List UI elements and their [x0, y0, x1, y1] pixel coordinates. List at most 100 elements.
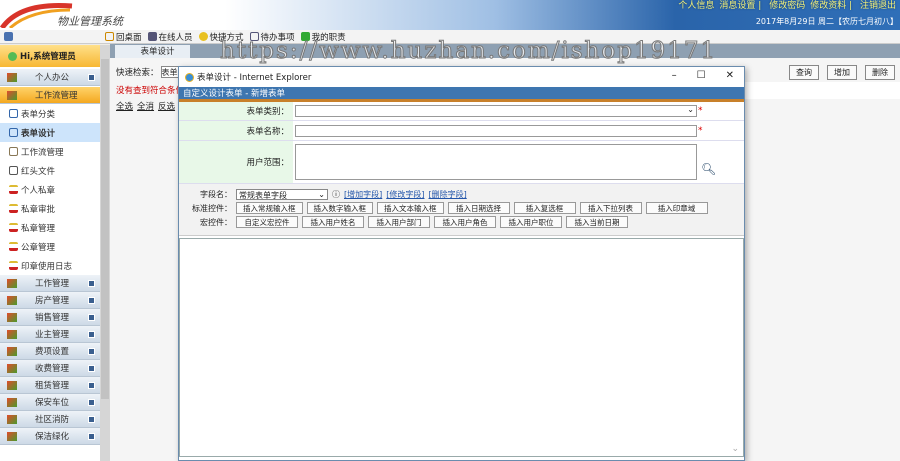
user-greeting: Hi,系统管理员 [0, 45, 100, 67]
duties-icon [300, 32, 310, 41]
query-button[interactable]: 查询 [789, 65, 819, 80]
tab-form-design[interactable]: 表单设计 [115, 45, 190, 58]
sidebar-group[interactable]: 业主管理 [0, 326, 100, 343]
minimize-button[interactable]: – [672, 70, 677, 81]
insert-macro-button[interactable]: 插入用户姓名 [302, 216, 364, 228]
insert-control-button[interactable]: 插入印章域 [645, 202, 708, 214]
dialog-titlebar: 表单设计 - Internet Explorer – ☐ ✕ [179, 67, 744, 87]
controls-panel: 字段名： 常规表单字段 ⌄ ⓘ [增加字段] [修改字段] [删除字段] 标准控件： 插入常… [179, 184, 744, 236]
my-duties-button[interactable]: 我的职责 [300, 31, 346, 43]
sidebar-item-red-doc[interactable]: 红头文件 [0, 161, 100, 180]
insert-macro-button[interactable]: 插入用户部门 [368, 216, 430, 228]
sidebar-group[interactable]: 租赁管理 [0, 377, 100, 394]
insert-control-button[interactable]: 插入下拉列表 [579, 202, 642, 214]
home-icon [105, 32, 114, 41]
sidebar-group[interactable]: 销售管理 [0, 309, 100, 326]
delete-field-link[interactable]: [删除字段] [429, 189, 467, 200]
standard-controls-label: 标准控件： [192, 203, 232, 213]
insert-macro-button[interactable]: 插入当前日期 [566, 216, 628, 228]
form-design-dialog: 表单设计 - Internet Explorer – ☐ ✕ 自定义设计表单 - 新… [178, 66, 745, 461]
sidebar-group[interactable]: 收费管理 [0, 360, 100, 377]
required-star: * [698, 125, 703, 136]
users-icon [147, 32, 157, 41]
close-button[interactable]: ✕ [726, 70, 734, 81]
collapse-icon[interactable] [4, 32, 13, 41]
home-button[interactable]: 回桌面 [105, 31, 142, 43]
personal-info-link[interactable]: 个人信息 [678, 1, 714, 11]
insert-macro-button[interactable]: 插入用户角色 [434, 216, 496, 228]
insert-macro-button[interactable]: 插入用户职位 [500, 216, 562, 228]
seal-icon [9, 261, 18, 270]
add-field-link[interactable]: [增加字段] [344, 189, 382, 200]
category-select[interactable]: ⌄ [295, 105, 697, 117]
edit-profile-link[interactable]: 修改资料 [810, 1, 846, 11]
sidebar-group[interactable]: 保安车位 [0, 394, 100, 411]
help-icon[interactable]: ⓘ [332, 189, 340, 200]
table-icon [9, 128, 18, 137]
sidebar-item-official-seal[interactable]: 公章管理 [0, 237, 100, 256]
required-star: * [698, 106, 703, 116]
edit-icon [249, 32, 259, 41]
change-password-link[interactable]: 修改密码 [769, 1, 805, 11]
form-editor-area[interactable]: ⌄ [179, 238, 744, 457]
add-button[interactable]: 增加 [827, 65, 857, 80]
sidebar-item-seal-log[interactable]: 印章使用日志 [0, 256, 100, 275]
sidebar-group-workflow[interactable]: 工作流管理 [0, 87, 100, 104]
expand-icon [88, 347, 95, 355]
deselect-all-link[interactable]: 全消 [137, 102, 154, 112]
scope-label: 用户范围： [179, 141, 293, 183]
macro-controls-label: 宏控件： [200, 217, 232, 227]
online-users-button[interactable]: 在线人员 [147, 31, 193, 43]
logout-link[interactable]: 注销退出 [860, 1, 896, 11]
insert-control-button[interactable]: 插入数字输入框 [306, 202, 373, 214]
message-settings-link[interactable]: 消息设置 [719, 1, 755, 11]
ie-icon [185, 72, 194, 82]
smiley-icon [198, 32, 208, 41]
sidebar-item-form-category[interactable]: 表单分类 [0, 104, 100, 123]
field-name-select[interactable]: 常规表单字段 ⌄ [236, 189, 328, 200]
scroll-down-icon[interactable]: ⌄ [731, 444, 739, 454]
sidebar-item-form-design[interactable]: 表单设计 [0, 123, 100, 142]
scrollbar-thumb[interactable] [101, 59, 109, 399]
shortcuts-button[interactable]: 快捷方式 [198, 31, 244, 43]
sidebar-group-personal[interactable]: 个人办公 [0, 69, 100, 86]
group-icon [7, 346, 17, 356]
select-all-link[interactable]: 全选 [116, 102, 133, 112]
edit-field-link[interactable]: [修改字段] [386, 189, 424, 200]
sidebar-group[interactable]: 保洁绿化 [0, 428, 100, 445]
group-icon [7, 414, 17, 424]
group-icon [7, 72, 17, 82]
name-label: 表单名称： [179, 121, 293, 140]
search-icon[interactable]: 🔍︎ [701, 162, 716, 176]
expand-icon [88, 330, 95, 338]
sidebar-group[interactable]: 工作管理 [0, 275, 100, 292]
insert-macro-button[interactable]: 自定义宏控件 [236, 216, 298, 228]
delete-button[interactable]: 删除 [865, 65, 895, 80]
sidebar-group[interactable]: 房产管理 [0, 292, 100, 309]
sidebar-scrollbar[interactable] [100, 45, 110, 461]
sidebar-item-seal-manage[interactable]: 私章管理 [0, 218, 100, 237]
form-name-input[interactable] [295, 124, 697, 137]
group-icon [7, 329, 17, 339]
group-icon [7, 312, 17, 322]
sidebar-item-workflow-manage[interactable]: 工作流管理 [0, 142, 100, 161]
insert-control-button[interactable]: 插入日期选择 [447, 202, 510, 214]
expand-icon [88, 415, 95, 423]
header: 物业管理系统 个人信息 消息设置 | 修改密码 修改资料 | 注销退出 2017年8… [0, 0, 900, 30]
insert-control-button[interactable]: 插入复选框 [513, 202, 576, 214]
sidebar-item-personal-seal[interactable]: 个人私章 [0, 180, 100, 199]
seal-icon [9, 185, 18, 194]
invert-select-link[interactable]: 反选 [158, 102, 175, 112]
insert-control-button[interactable]: 插入常规输入框 [236, 202, 303, 214]
category-label: 表单类别： [179, 102, 293, 120]
sidebar-group[interactable]: 费项设置 [0, 343, 100, 360]
sidebar-item-seal-approve[interactable]: 私章审批 [0, 199, 100, 218]
todo-button[interactable]: 待办事项 [249, 31, 295, 43]
maximize-button[interactable]: ☐ [697, 70, 706, 81]
expand-icon [88, 313, 95, 321]
group-icon [7, 295, 17, 305]
sidebar-group[interactable]: 社区消防 [0, 411, 100, 428]
user-scope-textarea[interactable] [295, 144, 697, 180]
table-icon [9, 109, 18, 118]
insert-control-button[interactable]: 插入文本输入框 [377, 202, 444, 214]
